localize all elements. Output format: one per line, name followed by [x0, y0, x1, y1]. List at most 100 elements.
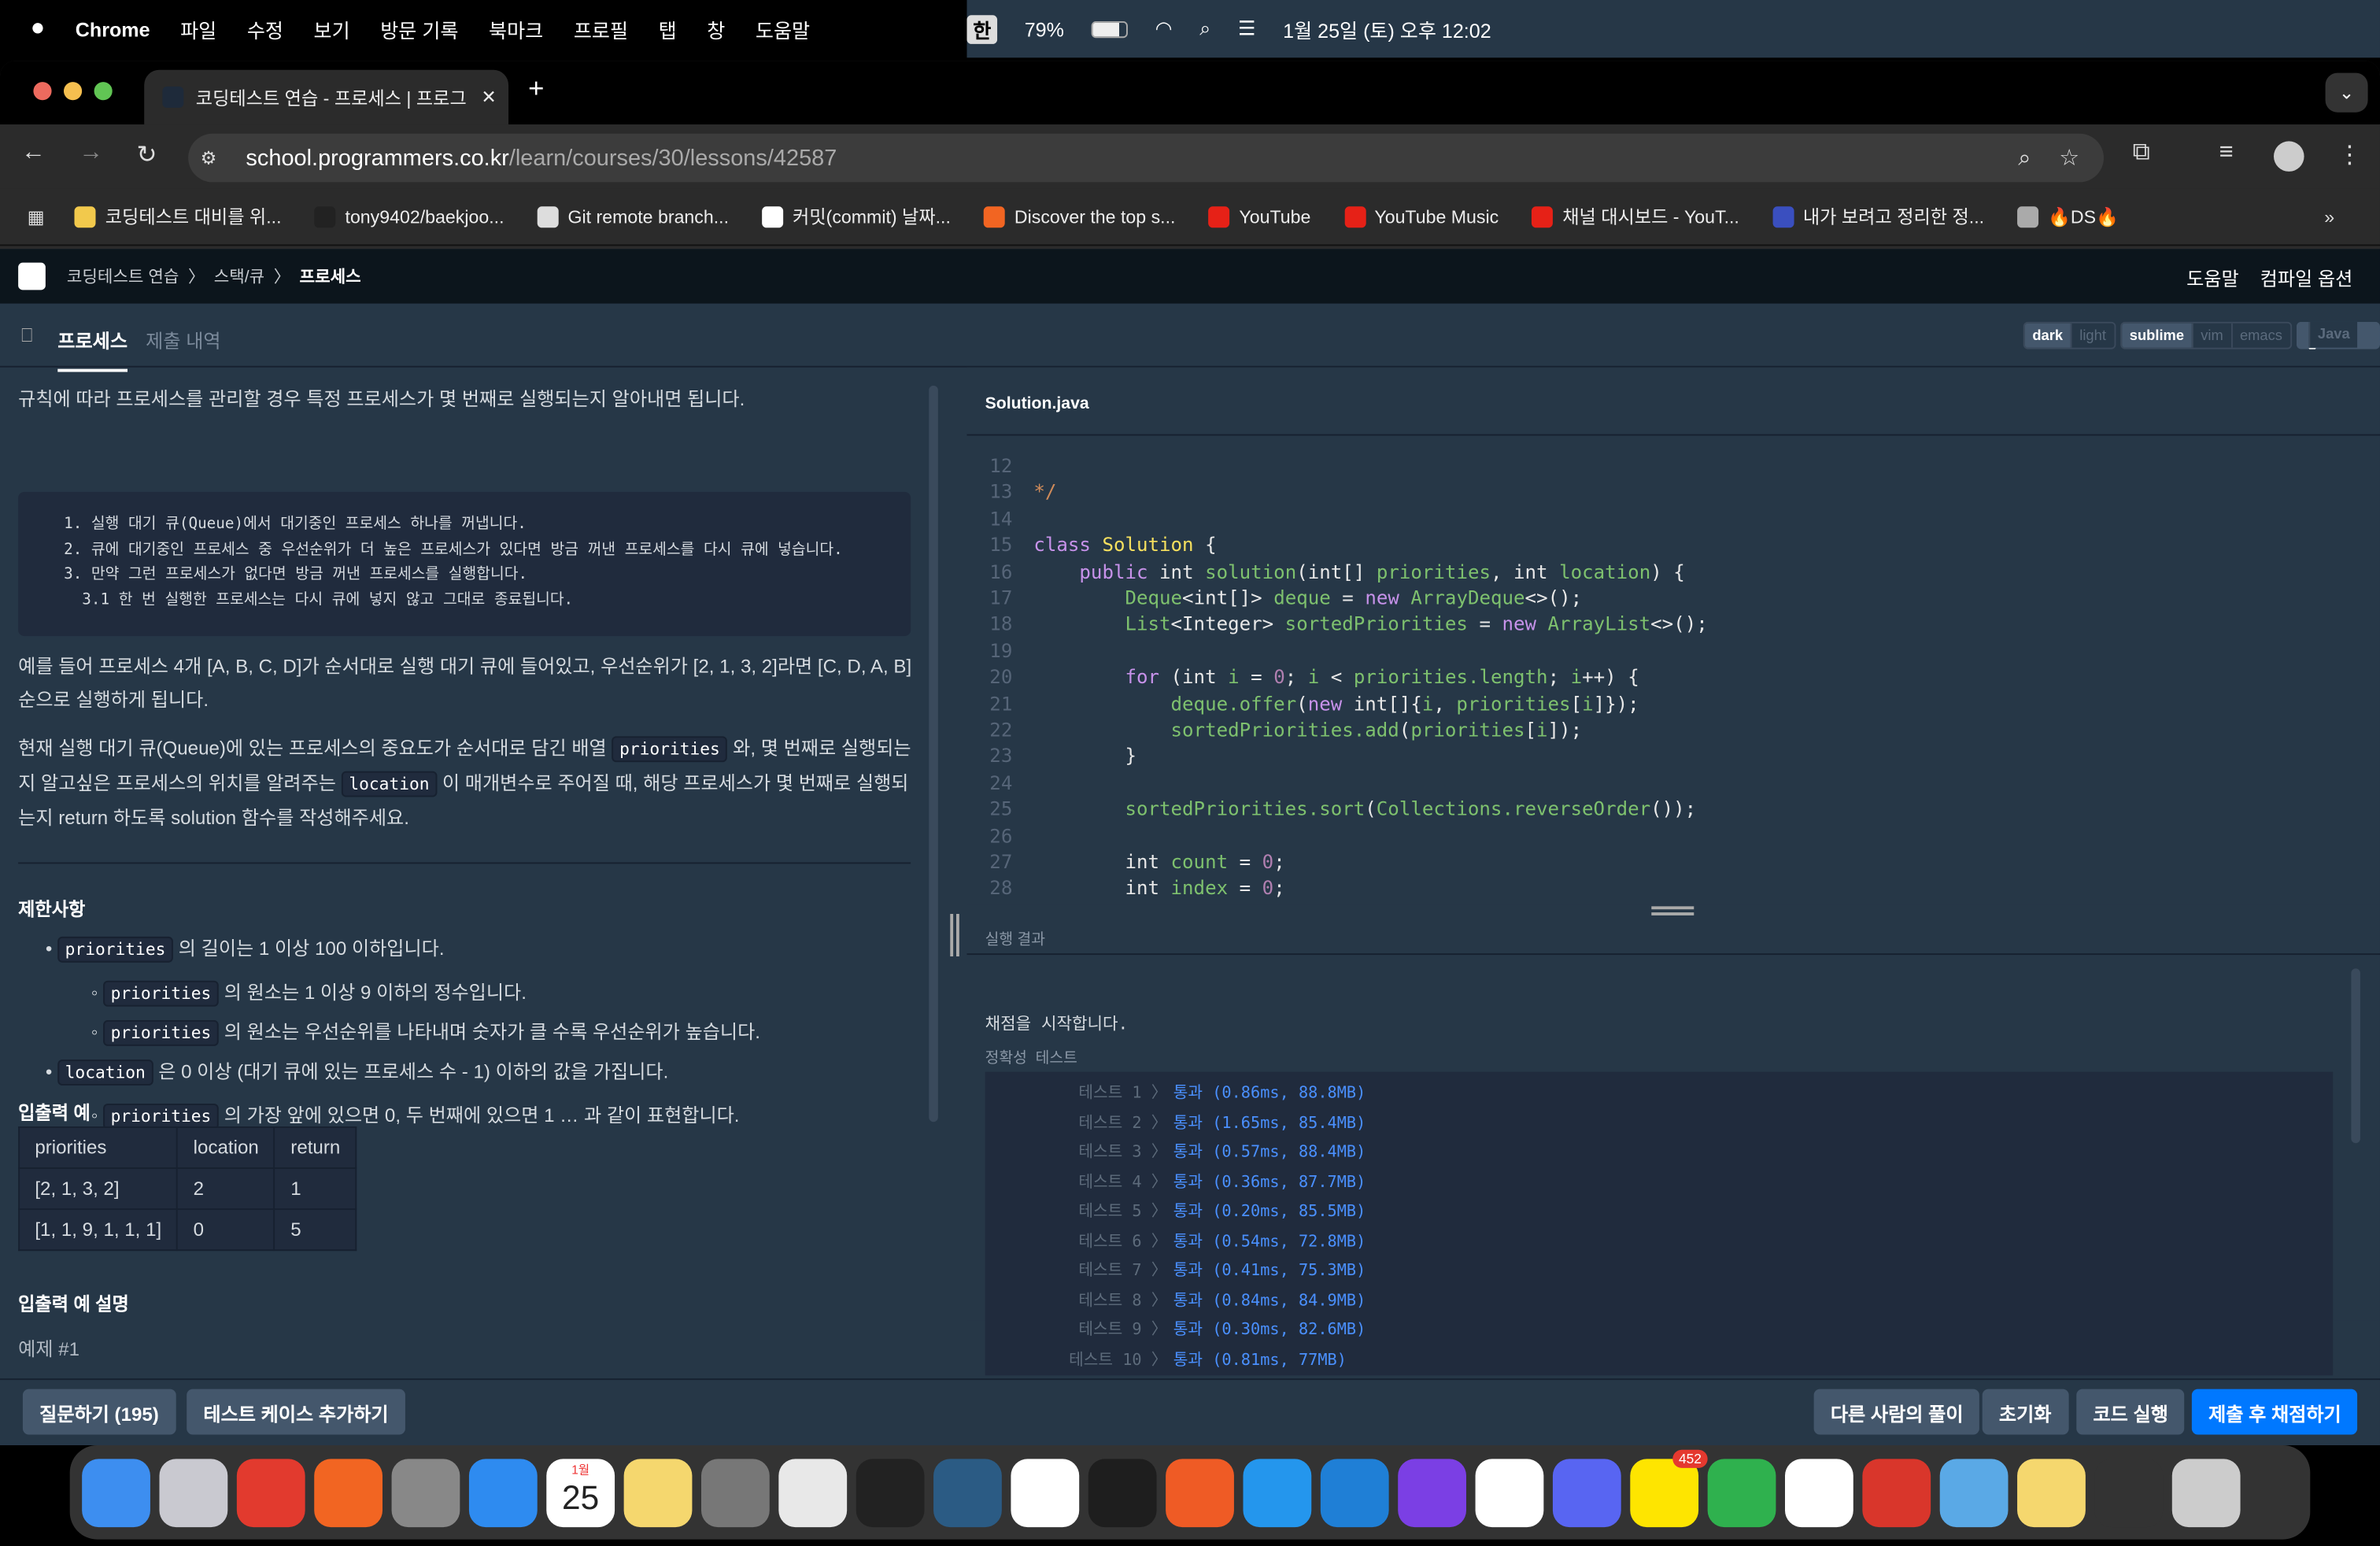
dock-app-downloads-icon[interactable]	[1939, 1458, 2009, 1527]
tab-submissions[interactable]: 제출 내역	[146, 325, 220, 354]
bookmark-item[interactable]: 커밋(commit) 날짜...	[762, 203, 951, 229]
reset-button[interactable]: 초기화	[1982, 1389, 2068, 1435]
dock-app-mysql-workbench-icon[interactable]	[933, 1458, 1002, 1527]
battery-percent[interactable]: 79%	[1025, 17, 1064, 40]
dock-app-vscode-icon[interactable]	[1320, 1458, 1389, 1527]
ask-question-button[interactable]: 질문하기 (195)	[22, 1389, 176, 1435]
wifi-icon[interactable]: ◠	[1155, 17, 1173, 41]
dock-app-slack-icon[interactable]	[1475, 1458, 1544, 1527]
menu-item[interactable]: 프로필	[574, 14, 628, 43]
submit-button[interactable]: 제출 후 채점하기	[2191, 1389, 2358, 1435]
bookmark-star-icon[interactable]: ☆	[2059, 144, 2079, 172]
reload-button[interactable]: ↻	[137, 139, 157, 170]
others-solutions-button[interactable]: 다른 사람의 풀이	[1813, 1389, 1980, 1435]
apps-grid-icon[interactable]: ▦	[28, 205, 45, 227]
chrome-menu-icon[interactable]: ⋮	[2338, 139, 2362, 170]
dock-app-launchpad-icon[interactable]	[159, 1458, 228, 1527]
bookmark-item[interactable]: 코딩테스트 대비를 위...	[75, 203, 282, 229]
spotlight-search-icon[interactable]: ⌕	[1199, 17, 1210, 41]
tab-search-button[interactable]: ⌄	[2325, 72, 2368, 113]
bookmark-item[interactable]: YouTube	[1208, 203, 1310, 229]
site-info-icon[interactable]: ⚙	[201, 147, 217, 168]
address-bar[interactable]: ⚙ school.programmers.co.kr/learn/courses…	[188, 133, 2104, 183]
dock-app-photo-booth-icon[interactable]	[1862, 1458, 1931, 1527]
results-scrollbar[interactable]	[2351, 968, 2360, 1144]
programmers-logo[interactable]	[18, 262, 46, 290]
more-bookmarks-icon[interactable]: »	[2324, 205, 2334, 227]
dock-app-system-settings-icon[interactable]	[700, 1458, 770, 1527]
dock-app-disk-utility-icon[interactable]	[391, 1458, 460, 1527]
minimize-window-button[interactable]	[63, 82, 83, 101]
profile-avatar[interactable]	[2273, 141, 2304, 172]
dock-app-activity-stack-icon[interactable]	[2094, 1458, 2164, 1527]
battery-icon[interactable]	[1091, 20, 1128, 38]
back-button[interactable]: ←	[21, 139, 46, 167]
dock-app-notion-icon[interactable]	[1011, 1458, 1080, 1527]
menu-app[interactable]: Chrome	[76, 17, 150, 40]
extensions-icon[interactable]: ⧉	[2133, 139, 2150, 167]
dock-app-chrome-icon[interactable]	[778, 1458, 848, 1527]
dock-app-notes-icon[interactable]	[623, 1458, 693, 1527]
menu-item[interactable]: 보기	[314, 14, 350, 43]
compile-options-link[interactable]: 컴파일 옵션	[2260, 262, 2353, 291]
dock-app-intellij-icon[interactable]	[1398, 1458, 1466, 1527]
dock-app-figma-icon[interactable]	[1088, 1458, 1157, 1527]
dock-app-numbers-icon[interactable]	[1707, 1458, 1776, 1527]
dock-app-postman-icon[interactable]	[1166, 1458, 1234, 1527]
results-resize-handle[interactable]	[1651, 906, 1694, 915]
close-window-button[interactable]	[33, 82, 52, 101]
bookmark-item[interactable]: 내가 보려고 정리한 정...	[1772, 203, 1984, 229]
menu-item[interactable]: 방문 기록	[380, 14, 458, 43]
close-tab-icon[interactable]: ✕	[481, 87, 496, 108]
media-controls-icon[interactable]: ≡	[2219, 139, 2234, 167]
theme-dark-button[interactable]: dark	[2024, 323, 2071, 348]
dock-app-terminal-icon[interactable]	[856, 1458, 925, 1527]
tab-problem[interactable]: 프로세스	[57, 325, 128, 372]
description-scrollbar[interactable]	[929, 385, 938, 1123]
help-link[interactable]: 도움말	[2186, 262, 2239, 291]
dock-app-finder-icon[interactable]	[82, 1458, 150, 1527]
menu-item[interactable]: 탭	[659, 14, 677, 43]
input-method-indicator[interactable]: 한	[966, 14, 998, 43]
bookmark-item[interactable]: tony9402/baekjoo...	[314, 203, 504, 229]
keymap-vim-button[interactable]: vim	[2191, 323, 2231, 348]
code-editor[interactable]: 12 13 */ 14 15 class Solution {16 public int …	[966, 434, 2380, 905]
menu-item[interactable]: 수정	[247, 14, 283, 43]
dock-app-safari-icon[interactable]	[468, 1458, 538, 1527]
forward-button[interactable]: →	[79, 139, 103, 167]
dock-app-discord-icon[interactable]	[1552, 1458, 1621, 1527]
datetime[interactable]: 1월 25일 (토) 오후 12:02	[1283, 14, 1491, 43]
bookmark-item[interactable]: Git remote branch...	[537, 203, 729, 229]
add-testcase-button[interactable]: 테스트 케이스 추가하기	[187, 1389, 405, 1435]
new-tab-button[interactable]: +	[528, 73, 544, 105]
dock-app-calendar-icon[interactable]: 1월 25	[546, 1458, 615, 1527]
apple-icon[interactable]: ●	[31, 15, 46, 43]
dock-app-infuse-icon[interactable]	[236, 1458, 305, 1527]
theme-light-button[interactable]: light	[2070, 323, 2114, 348]
dock-app-docker-icon[interactable]	[1243, 1458, 1312, 1527]
control-center-icon[interactable]: ☰	[1238, 17, 1255, 41]
zoom-icon[interactable]: ⌕	[2018, 145, 2031, 171]
language-select[interactable]: Java ▾	[2296, 321, 2380, 350]
run-code-button[interactable]: 코드 실행	[2076, 1389, 2186, 1435]
dock-app-trash-icon[interactable]	[2171, 1458, 2241, 1527]
breadcrumb-item[interactable]: 스택/큐	[214, 264, 264, 289]
bookmark-item[interactable]: YouTube Music	[1343, 203, 1499, 229]
menu-item[interactable]: 파일	[180, 14, 216, 43]
dock-app-notes-stack-icon[interactable]	[2017, 1458, 2086, 1527]
browser-tab-active[interactable]: 코딩테스트 연습 - 프로세스 | 프로그 ✕	[144, 69, 509, 125]
bookmark-icon[interactable]: ⎕	[21, 325, 32, 348]
menu-item[interactable]: 창	[707, 14, 725, 43]
menu-item[interactable]: 도움말	[756, 14, 810, 43]
pane-resize-handle[interactable]	[950, 913, 959, 956]
maximize-window-button[interactable]	[94, 82, 113, 101]
dock-app-bear-icon[interactable]	[1784, 1458, 1853, 1527]
dock-app-kakaotalk-icon[interactable]: 452	[1630, 1448, 1708, 1527]
dock-app-soundcloud-icon[interactable]	[314, 1458, 382, 1527]
bookmark-item[interactable]: Discover the top s...	[984, 203, 1175, 229]
keymap-sublime-button[interactable]: sublime	[2122, 323, 2192, 348]
bookmark-item[interactable]: 채널 대시보드 - YouT...	[1532, 203, 1739, 229]
keymap-emacs-button[interactable]: emacs	[2230, 323, 2290, 348]
menu-item[interactable]: 북마크	[489, 14, 543, 43]
breadcrumb-item[interactable]: 코딩테스트 연습	[67, 264, 179, 289]
